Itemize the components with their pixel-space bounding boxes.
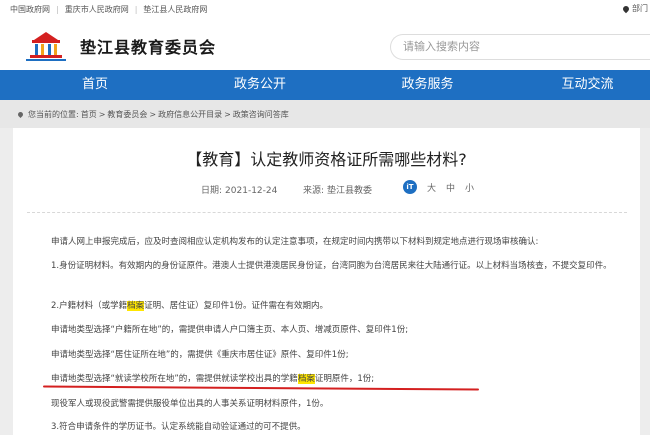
font-size-small[interactable]: 小: [465, 181, 474, 194]
main-nav: 首页 政务公开 政务服务 互动交流: [0, 70, 650, 100]
breadcrumb-prefix: 您当前的位置:: [28, 110, 79, 119]
nav-item-home[interactable]: 首页: [0, 70, 190, 100]
nav-item-interaction[interactable]: 互动交流: [525, 70, 650, 100]
article-item-3: 3.符合申请条件的学历证书。认定系统能自动验证通过的可不提供。: [51, 422, 306, 432]
top-links: 中国政府网 | 重庆市人民政府网 | 垫江县人民政府网: [10, 4, 207, 15]
font-size-icon: iT: [403, 180, 417, 194]
breadcrumb-info-catalog[interactable]: 政府信息公开目录: [158, 109, 222, 120]
article-para-household: 申请地类型选择“户籍所在地”的，需提供申请人户口簿主页、本人页、增减页原件、复印…: [51, 325, 409, 335]
separator: |: [56, 5, 59, 14]
location-pin-icon: [621, 4, 631, 13]
article-panel: 【教育】认定教师资格证所需哪些材料? 日期: 2021-12-24 来源: 垫江县教…: [13, 128, 640, 435]
highlight-archive: 档案: [297, 374, 315, 384]
government-emblem-logo[interactable]: [24, 28, 68, 62]
article-date: 日期: 2021-12-24: [201, 186, 278, 196]
article-item-2: 2.户籍材料（或学籍档案证明、居住证）复印件1份。证件需在有效期内。: [51, 301, 329, 311]
font-size-large[interactable]: 大: [427, 181, 436, 194]
font-size-medium[interactable]: 中: [446, 181, 455, 194]
breadcrumb-education-committee[interactable]: 教育委员会: [107, 109, 147, 120]
breadcrumb-separator: >: [98, 110, 106, 119]
breadcrumb-separator: >: [224, 110, 231, 119]
font-size-controls: iT 大 中 小: [403, 180, 474, 194]
breadcrumb-bar: 您当前的位置: 首页 > 教育委员会 > 政府信息公开目录 > 政策咨询问答库: [0, 100, 650, 128]
breadcrumb-policy-qa[interactable]: 政策咨询问答库: [233, 109, 289, 120]
breadcrumb: 您当前的位置: 首页 > 教育委员会 > 政府信息公开目录 > 政策咨询问答库: [16, 109, 289, 120]
top-links-bar: 中国政府网 | 重庆市人民政府网 | 垫江县人民政府网 部门: [0, 0, 650, 18]
article-para-military: 现役军人或现役武警需提供服役单位出具的人事关系证明材料原件，1份。: [51, 399, 329, 409]
highlight-archive: 档案: [127, 301, 145, 311]
nav-item-gov-affairs-public[interactable]: 政务公开: [190, 70, 330, 100]
search-input[interactable]: 请输入搜索内容: [390, 34, 650, 60]
article-source: 来源: 垫江县教委: [303, 186, 373, 196]
link-dianjiang-gov[interactable]: 垫江县人民政府网: [143, 4, 207, 15]
breadcrumb-separator: >: [149, 110, 157, 119]
red-underline-annotation: [42, 385, 480, 391]
article-intro: 申请人网上申报完成后，应及时查阅相应认定机构发布的认定注意事项，在规定时间内携带…: [51, 237, 539, 247]
article-title: 【教育】认定教师资格证所需哪些材料?: [186, 150, 467, 169]
breadcrumb-home[interactable]: 首页: [81, 109, 97, 120]
link-china-gov[interactable]: 中国政府网: [10, 4, 50, 15]
separator: |: [134, 5, 138, 14]
site-title[interactable]: 垫江县教育委员会: [80, 34, 216, 58]
article-para-residence: 申请地类型选择“居住证所在地”的，需提供《重庆市居住证》原件、复印件1份;: [51, 350, 349, 360]
location-pin-icon: [16, 110, 25, 119]
nav-item-gov-services[interactable]: 政务服务: [330, 70, 525, 100]
link-chongqing-gov[interactable]: 重庆市人民政府网: [65, 4, 129, 15]
article-item-1: 1.身份证明材料。有效期内的身份证原件。港澳人士提供港澳居民身份证，台湾同胞为台…: [51, 261, 612, 271]
article-para-school: 申请地类型选择“就读学校所在地”的，需提供就读学校出具的学籍档案证明原件，1份;: [51, 374, 375, 384]
departments-label: 部门: [632, 4, 648, 13]
divider: [27, 212, 627, 213]
site-header: 垫江县教育委员会 请输入搜索内容: [0, 18, 650, 70]
departments-menu[interactable]: 部门: [621, 3, 648, 14]
